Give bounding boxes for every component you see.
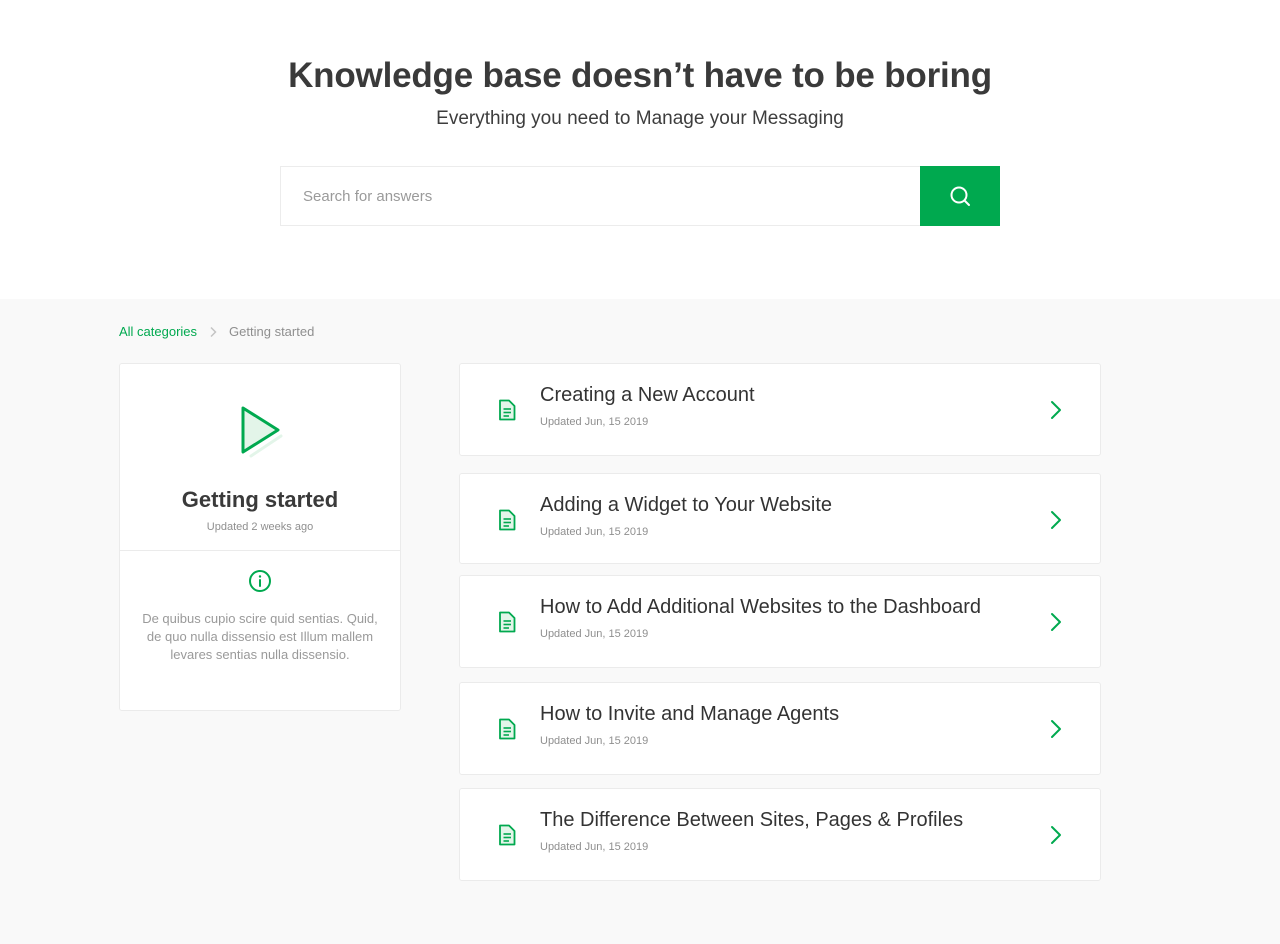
search-button[interactable] bbox=[920, 166, 1000, 226]
category-description: De quibus cupio scire quid sentias. Quid… bbox=[142, 611, 378, 662]
breadcrumb-current: Getting started bbox=[229, 324, 315, 339]
chevron-right-icon bbox=[1051, 511, 1061, 529]
article-title: How to Add Additional Websites to the Da… bbox=[540, 596, 982, 618]
article-updated: Updated Jun, 15 2019 bbox=[540, 841, 649, 853]
article-title: Creating a New Account bbox=[540, 384, 755, 406]
article-updated: Updated Jun, 15 2019 bbox=[540, 416, 649, 428]
category-updated: Updated 2 weeks ago bbox=[206, 521, 314, 533]
chevron-right-icon bbox=[1051, 401, 1061, 419]
article-item[interactable]: Adding a Widget to Your Website Updated … bbox=[459, 473, 1101, 564]
search-bar bbox=[280, 166, 1000, 226]
category-card: Getting started Updated 2 weeks ago De q… bbox=[119, 363, 401, 711]
page-title: Knowledge base doesn’t have to be boring bbox=[288, 56, 992, 95]
document-icon bbox=[499, 824, 516, 846]
search-input[interactable] bbox=[280, 166, 920, 226]
page-subtitle: Everything you need to Manage your Messa… bbox=[436, 108, 844, 129]
info-icon bbox=[249, 570, 271, 592]
category-header: Getting started Updated 2 weeks ago bbox=[120, 364, 400, 551]
document-icon bbox=[499, 399, 516, 421]
article-title: The Difference Between Sites, Pages & Pr… bbox=[540, 809, 964, 831]
chevron-right-icon bbox=[1051, 613, 1061, 631]
article-item[interactable]: How to Invite and Manage Agents Updated … bbox=[459, 682, 1101, 775]
article-updated: Updated Jun, 15 2019 bbox=[540, 526, 649, 538]
breadcrumb-all-categories[interactable]: All categories bbox=[119, 324, 197, 339]
hero-section: Knowledge base doesn’t have to be boring… bbox=[0, 0, 1280, 299]
article-item[interactable]: Creating a New Account Updated Jun, 15 2… bbox=[459, 363, 1101, 456]
document-icon bbox=[499, 611, 516, 633]
article-item[interactable]: How to Add Additional Websites to the Da… bbox=[459, 575, 1101, 668]
article-title: Adding a Widget to Your Website bbox=[540, 494, 833, 516]
category-info: De quibus cupio scire quid sentias. Quid… bbox=[120, 551, 400, 664]
article-item[interactable]: The Difference Between Sites, Pages & Pr… bbox=[459, 788, 1101, 881]
article-updated: Updated Jun, 15 2019 bbox=[540, 628, 649, 640]
search-icon bbox=[950, 186, 970, 206]
chevron-right-icon bbox=[1051, 826, 1061, 844]
content-area: All categories Getting started Getting s… bbox=[0, 299, 1280, 944]
document-icon bbox=[499, 509, 516, 531]
category-title: Getting started bbox=[181, 487, 339, 512]
article-title: How to Invite and Manage Agents bbox=[540, 703, 840, 725]
chevron-right-icon bbox=[209, 326, 217, 338]
chevron-right-icon bbox=[1051, 720, 1061, 738]
article-updated: Updated Jun, 15 2019 bbox=[540, 735, 649, 747]
document-icon bbox=[499, 718, 516, 740]
breadcrumb: All categories Getting started bbox=[119, 324, 314, 339]
play-icon bbox=[241, 406, 283, 458]
